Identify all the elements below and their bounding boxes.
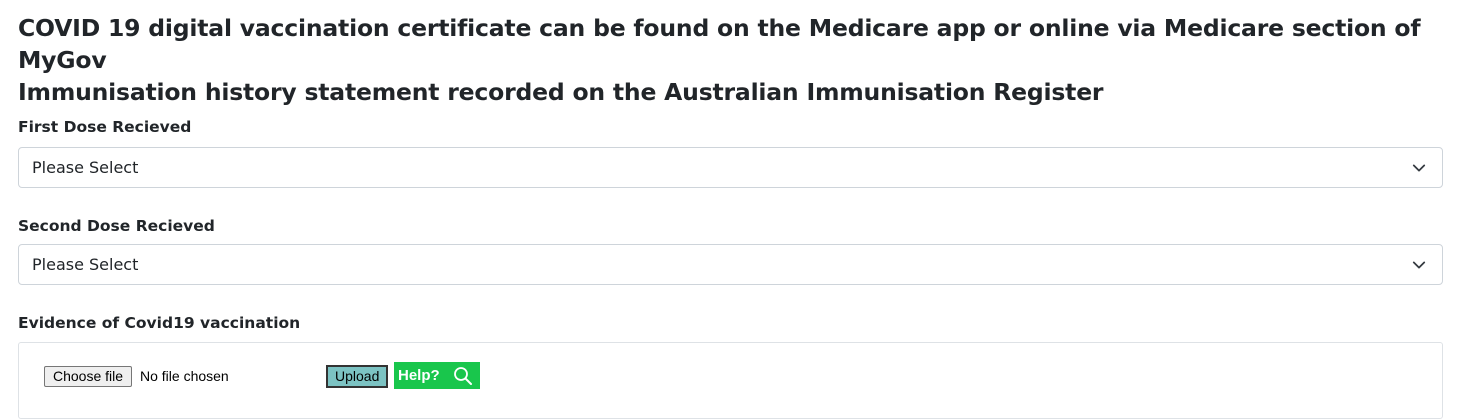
chevron-down-icon [1412,261,1426,269]
no-file-chosen-text: No file chosen [140,368,229,384]
help-button[interactable]: Help? [394,362,480,389]
page-heading: COVID 19 digital vaccination certificate… [18,12,1443,108]
second-dose-label: Second Dose Recieved [18,217,215,235]
first-dose-select[interactable]: Please Select [18,147,1443,188]
choose-file-button[interactable]: Choose file [44,366,133,387]
magnifier-icon [454,367,472,385]
first-dose-selected-value: Please Select [32,158,139,177]
upload-button[interactable]: Upload [326,365,389,388]
second-dose-selected-value: Please Select [32,255,139,274]
evidence-label: Evidence of Covid19 vaccination [18,314,301,332]
evidence-upload-panel: Choose file No file chosen Upload Help? [18,342,1443,419]
help-button-label: Help? [398,367,440,384]
second-dose-select[interactable]: Please Select [18,244,1443,285]
vaccination-form: COVID 19 digital vaccination certificate… [18,12,1443,419]
chevron-down-icon [1412,164,1426,172]
heading-line-2: Immunisation history statement recorded … [18,78,1104,106]
first-dose-label: First Dose Recieved [18,118,192,136]
heading-line-1: COVID 19 digital vaccination certificate… [18,14,1421,74]
